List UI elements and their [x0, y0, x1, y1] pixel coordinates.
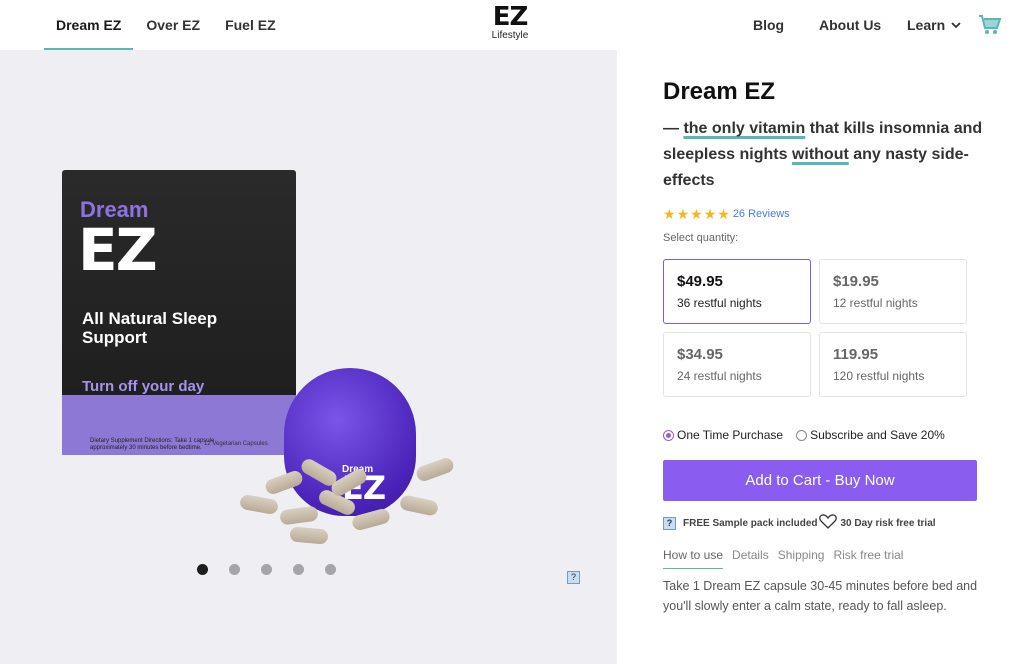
- product-title: Dream EZ: [663, 78, 776, 105]
- product-gallery: Dream EZ All Natural Sleep Support Turn …: [0, 50, 617, 664]
- option-nights: 12 restful nights: [833, 296, 918, 310]
- quantity-option-24[interactable]: $34.95 24 restful nights: [663, 332, 811, 397]
- nav-learn[interactable]: Learn: [907, 0, 961, 50]
- perks-row: ? FREE Sample pack included 30 Day risk …: [663, 514, 936, 532]
- tab-description: Take 1 Dream EZ capsule 30-45 minutes be…: [663, 579, 978, 613]
- carousel-dots: [197, 564, 357, 575]
- option-nights: 36 restful nights: [677, 296, 762, 310]
- nav-over-ez[interactable]: Over EZ: [146, 0, 200, 50]
- option-price: 119.95: [833, 346, 879, 363]
- capsule-image: [279, 505, 319, 526]
- option-price: $34.95: [677, 346, 723, 363]
- subtitle-highlight: without: [791, 146, 849, 163]
- option-price: $19.95: [833, 273, 879, 290]
- nav-fuel-ez[interactable]: Fuel EZ: [225, 0, 276, 50]
- free-sample-text: FREE Sample pack included: [683, 517, 818, 529]
- carousel-dot[interactable]: [293, 564, 304, 575]
- logo-mark: EZ: [492, 2, 529, 32]
- tab-details[interactable]: Details: [732, 548, 769, 569]
- box-ez-text: EZ: [78, 216, 158, 284]
- tab-shipping[interactable]: Shipping: [778, 548, 825, 569]
- site-header: Dream EZ Over EZ Fuel EZ EZ Lifestyle Bl…: [0, 0, 1024, 50]
- box-slogan: Turn off your day: [82, 378, 205, 395]
- capsule-image: [414, 455, 456, 484]
- carousel-dot[interactable]: [261, 564, 272, 575]
- capsule-image: [289, 526, 329, 545]
- primary-nav: Dream EZ Over EZ Fuel EZ: [43, 0, 301, 50]
- purchase-type: One Time Purchase Subscribe and Save 20%: [663, 428, 958, 442]
- carousel-dot[interactable]: [229, 564, 240, 575]
- star-icon: ★: [690, 206, 703, 222]
- star-icon: ★: [676, 206, 690, 222]
- chevron-down-icon: [951, 18, 961, 32]
- tab-risk-free-trial[interactable]: Risk free trial: [833, 548, 903, 569]
- product-box-image: Dream EZ All Natural Sleep Support Turn …: [62, 170, 296, 455]
- cart-icon[interactable]: [978, 14, 1002, 36]
- one-time-label[interactable]: One Time Purchase: [677, 428, 783, 442]
- option-nights: 24 restful nights: [677, 369, 762, 383]
- subscribe-radio[interactable]: [796, 429, 808, 441]
- star-icon: ★: [703, 206, 717, 222]
- quantity-option-120[interactable]: 119.95 120 restful nights: [819, 332, 967, 397]
- box-directions: Dietary Supplement Directions: Take 1 ca…: [90, 438, 215, 451]
- quantity-option-12[interactable]: $19.95 12 restful nights: [819, 259, 967, 324]
- broken-image-icon: ?: [663, 516, 676, 530]
- box-capsule-count: 12 Vegetarian Capsules: [204, 441, 268, 447]
- one-time-radio[interactable]: [663, 429, 674, 441]
- nav-learn-label: Learn: [907, 17, 946, 33]
- quantity-option-36[interactable]: $49.95 36 restful nights: [663, 259, 811, 324]
- capsule-image: [238, 493, 280, 516]
- select-quantity-label: Select quantity:: [663, 232, 739, 244]
- nav-blog[interactable]: Blog: [753, 0, 784, 50]
- broken-image-icon[interactable]: ?: [567, 571, 580, 584]
- info-tabs: How to use Details Shipping Risk free tr…: [663, 548, 912, 569]
- pill-container-image: Dream EZ: [284, 368, 416, 516]
- carousel-dot[interactable]: [197, 564, 208, 575]
- carousel-dot[interactable]: [325, 564, 336, 575]
- star-icon: ★: [663, 206, 676, 222]
- subtitle-highlight: the only vitamin: [683, 120, 806, 137]
- option-price: $49.95: [677, 273, 723, 290]
- subscribe-label[interactable]: Subscribe and Save 20%: [810, 428, 945, 442]
- heart-icon: [819, 514, 838, 532]
- add-to-cart-button[interactable]: Add to Cart - Buy Now: [663, 460, 977, 501]
- tab-how-to-use[interactable]: How to use: [663, 548, 724, 569]
- star-icon: ★: [717, 206, 730, 222]
- logo-subtitle: Lifestyle: [491, 30, 529, 41]
- box-tagline: All Natural Sleep Support: [82, 309, 218, 347]
- rating: ★ ★ ★ ★ ★ 26 Reviews: [663, 207, 790, 221]
- nav-dream-ez[interactable]: Dream EZ: [43, 0, 134, 50]
- product-subtitle: — the only vitamin that kills insomnia a…: [663, 116, 993, 194]
- capsule-image: [398, 494, 440, 517]
- option-nights: 120 restful nights: [833, 369, 925, 383]
- nav-about-us[interactable]: About Us: [819, 0, 881, 50]
- risk-free-trial-text: 30 Day risk free trial: [840, 517, 936, 529]
- brand-logo[interactable]: EZ Lifestyle: [487, 4, 533, 41]
- subtitle-part: —: [663, 120, 684, 137]
- reviews-link[interactable]: 26 Reviews: [733, 208, 790, 220]
